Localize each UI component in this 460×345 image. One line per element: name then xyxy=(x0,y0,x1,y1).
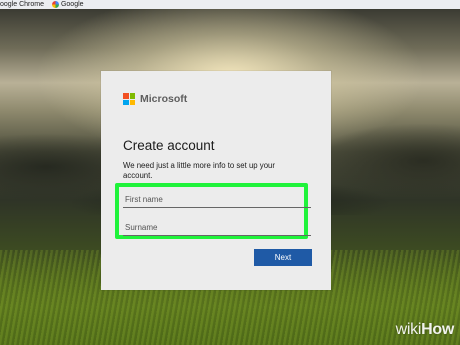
watermark-part2: How xyxy=(421,321,454,338)
next-button[interactable]: Next xyxy=(254,249,312,266)
wikihow-watermark: wikiHow xyxy=(395,321,455,339)
page-subtitle: We need just a little more info to set u… xyxy=(123,161,275,180)
watermark-part1: wiki xyxy=(395,321,422,338)
bookmark-google-chrome[interactable]: oogle Chrome xyxy=(0,0,44,9)
page-title: Create account xyxy=(123,138,215,153)
microsoft-logo-icon xyxy=(123,93,135,105)
screen: oogle Chrome Google Microsoft Create acc… xyxy=(0,0,460,345)
first-name-field[interactable] xyxy=(123,192,311,208)
surname-field[interactable] xyxy=(123,220,311,236)
bookmark-google[interactable]: Google xyxy=(50,0,84,9)
brand-name: Microsoft xyxy=(140,93,188,105)
create-account-dialog: Microsoft Create account We need just a … xyxy=(101,71,331,290)
bookmark-label: oogle Chrome xyxy=(0,1,44,8)
microsoft-logo: Microsoft xyxy=(123,93,187,105)
bookmark-label: Google xyxy=(60,1,84,8)
google-icon xyxy=(51,1,59,8)
bookmarks-bar: oogle Chrome Google xyxy=(0,0,460,9)
